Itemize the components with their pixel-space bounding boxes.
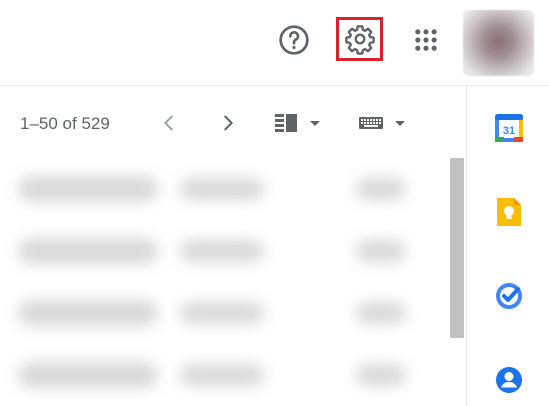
split-pane-button[interactable] <box>272 108 330 138</box>
chevron-left-icon <box>164 115 173 131</box>
newer-page-button[interactable] <box>213 108 243 138</box>
top-bar <box>0 0 549 86</box>
calendar-button[interactable]: 31 <box>491 110 527 146</box>
older-page-button[interactable] <box>154 108 184 138</box>
input-tools-button[interactable] <box>357 108 413 138</box>
help-icon <box>279 25 309 55</box>
account-avatar[interactable] <box>463 10 534 76</box>
email-list <box>0 158 446 406</box>
list-scrollbar[interactable] <box>450 158 464 338</box>
list-toolbar: 1–50 of 529 <box>0 98 466 148</box>
gear-icon <box>344 25 375 55</box>
keyboard-icon <box>359 117 383 129</box>
chevron-down-icon <box>395 120 405 126</box>
contacts-button[interactable] <box>491 362 527 398</box>
apps-grid-icon <box>415 29 437 51</box>
settings-button[interactable] <box>336 17 383 61</box>
chevron-down-icon <box>310 120 320 126</box>
calendar-icon: 31 <box>495 114 523 142</box>
help-button[interactable] <box>276 22 312 58</box>
tasks-icon <box>496 283 522 309</box>
email-row[interactable] <box>0 222 446 282</box>
apps-button[interactable] <box>408 22 444 58</box>
page-count: 1–50 of 529 <box>20 114 110 133</box>
side-panel: 31 <box>466 86 549 406</box>
email-row[interactable] <box>0 160 446 220</box>
tasks-button[interactable] <box>491 278 527 314</box>
split-pane-icon <box>275 114 297 132</box>
keep-icon <box>497 198 521 226</box>
keep-button[interactable] <box>491 194 527 230</box>
calendar-day: 31 <box>503 125 515 137</box>
chevron-right-icon <box>224 115 233 131</box>
email-row[interactable] <box>0 284 446 344</box>
email-row[interactable] <box>0 346 446 406</box>
contacts-icon <box>496 367 522 393</box>
